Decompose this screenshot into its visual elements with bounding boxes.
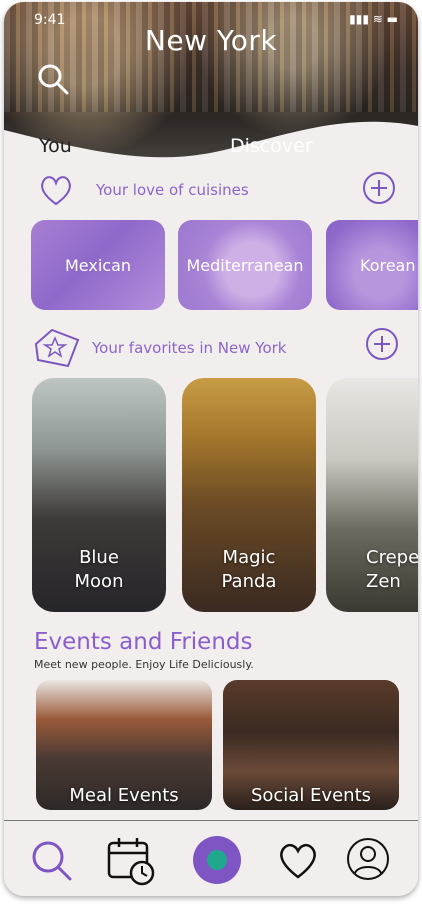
cuisine-card-mexican[interactable]: Mexican <box>31 220 165 310</box>
star-tag-icon <box>34 328 80 368</box>
cuisine-label: Mediterranean <box>186 256 304 275</box>
events-title: Events and Friends <box>34 629 253 655</box>
tab-discover[interactable]: Discover <box>230 135 313 157</box>
tab-you[interactable]: You <box>39 135 72 157</box>
heart-outline-icon <box>41 176 71 206</box>
page-title: New York <box>144 24 278 57</box>
events-subtitle: Meet new people. Enjoy Life Deliciously. <box>34 658 254 671</box>
meal-events-card[interactable]: Meal Events <box>36 680 212 810</box>
cuisine-card-mediterranean[interactable]: Mediterranean <box>178 220 312 310</box>
cuisines-title: Your love of cuisines <box>96 181 249 199</box>
favorite-label: Magic Panda <box>221 547 277 592</box>
cuisine-label: Korean <box>360 256 416 275</box>
favorites-title: Your favorites in New York <box>92 339 287 357</box>
cuisine-label: Mexican <box>64 256 132 275</box>
social-events-card[interactable]: Social Events <box>223 680 399 810</box>
phone-screen: 9:41 ▮▮▮ ≋ ▬ New York You Discover Your … <box>4 2 418 896</box>
add-cuisine-button[interactable] <box>363 172 395 204</box>
favorite-card-blue-moon[interactable]: Blue Moon <box>32 378 166 612</box>
home-button[interactable] <box>193 836 241 884</box>
calendar-clock-icon[interactable] <box>106 835 156 887</box>
event-label: Social Events <box>250 785 372 806</box>
add-favorite-button[interactable] <box>366 328 398 360</box>
profile-icon[interactable] <box>346 837 390 881</box>
favorite-card-magic-panda[interactable]: Magic Panda <box>182 378 316 612</box>
favorite-label: Blue Moon <box>74 547 124 592</box>
event-label: Meal Events <box>69 785 179 806</box>
search-icon[interactable] <box>30 839 74 883</box>
favorite-card-crepe-zen[interactable]: Crepe Zen <box>326 378 418 612</box>
search-icon[interactable] <box>36 62 70 96</box>
cuisine-card-korean[interactable]: Korean <box>326 220 418 310</box>
favorite-label: Crepe Zen <box>366 547 418 592</box>
heart-icon[interactable] <box>276 839 320 883</box>
